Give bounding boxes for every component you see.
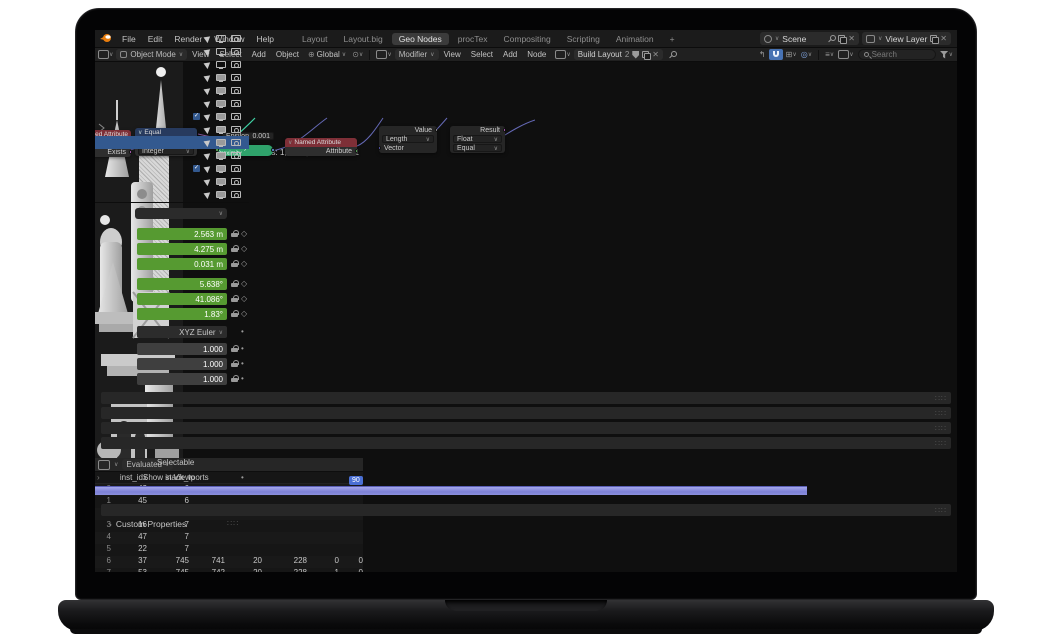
outliner-search-input[interactable]: Search [858,49,936,60]
filter-funnel-icon[interactable] [940,51,949,59]
fake-user-icon[interactable] [632,51,639,59]
node-group-icon[interactable] [555,50,566,59]
tab-scripting[interactable]: Scripting [560,33,607,45]
outliner-display-icon[interactable] [838,50,849,59]
marketing-canvas: { "topbar": { "menus": ["File", "Edit", … [0,0,1052,644]
tab-animation[interactable]: Animation [609,33,661,45]
sidebar-toggle-icon[interactable]: › [97,473,100,482]
insert-link-icon[interactable]: ↰ [759,50,766,59]
unlink-icon[interactable]: ✕ [652,50,659,59]
col-inst-idx[interactable]: inst_idx [105,473,147,482]
new-layer-icon[interactable] [930,35,937,42]
view-layer-icon [866,35,875,43]
proportional-edit-icon[interactable]: ◎ [801,50,808,59]
pin-icon[interactable] [827,35,835,43]
snap-magnet-icon[interactable] [769,49,783,60]
laptop-base-foot [70,629,982,634]
view-layer-name[interactable]: View Layer [885,34,927,44]
search-icon [864,52,869,57]
blender-app: File Edit Render Window Help Layout Layo… [95,30,957,572]
table-row[interactable]: 637745 7412022800 [95,556,363,568]
new-scene-icon[interactable] [838,35,845,42]
scene-icon [764,35,772,43]
tab-add-workspace[interactable]: + [663,33,682,45]
node-group-name-field[interactable]: Build Layout 2 ✕ [574,49,663,60]
spreadsheet-header: ∨ Evaluated∨ [95,458,363,472]
scene-name[interactable]: Scene [782,34,824,44]
pin-icon[interactable] [668,51,676,59]
table-row[interactable]: 4477 [95,532,363,544]
view-layer-selector[interactable]: ∨ View Layer ✕ [862,32,951,45]
user-count-badge: 2 [625,50,629,59]
snap-with-icon[interactable]: ⊞ [786,50,793,59]
scene-selector[interactable]: ∨ Scene ✕ [760,32,859,45]
laptop-lid-notch [445,600,607,611]
table-row[interactable]: 5227 [95,544,363,556]
copy-icon[interactable] [642,51,649,58]
close-icon[interactable]: ✕ [848,34,855,43]
spreadsheet-column-headers: › inst_idx stack_to [95,472,363,484]
table-row[interactable]: 753745 7422022810 [95,568,363,572]
close-icon[interactable]: ✕ [940,34,947,43]
dataset-icon[interactable] [98,460,110,470]
